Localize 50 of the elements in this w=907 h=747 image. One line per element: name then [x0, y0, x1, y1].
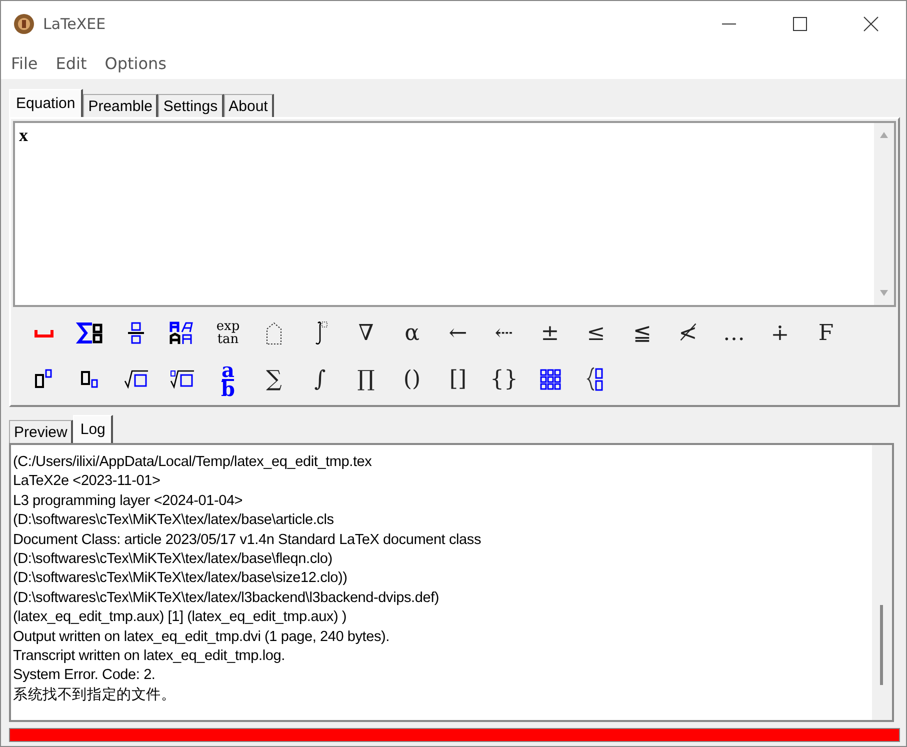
symbol-button[interactable]: {} [481, 360, 527, 398]
maximize-icon[interactable] [792, 16, 808, 32]
log-line: L3 programming layer <2024-01-04> [13, 492, 244, 511]
scrollbar[interactable] [872, 445, 892, 720]
symbol-button[interactable]: ∫ [297, 360, 343, 398]
menu-item[interactable]: Options [104, 54, 166, 72]
tab[interactable]: Log [73, 415, 114, 443]
log-line: (D:\softwares\cTex\MiKTeX\tex/latex/base\size12.clo)) [13, 569, 348, 588]
log-line: Transcript written on latex_eq_edit_tmp.log. [13, 647, 286, 666]
symbol-button[interactable]: [] [435, 360, 481, 398]
log-line: LaTeX2e <2023-11-01> [13, 472, 162, 492]
log-line: (D:\softwares\cTex\MiKTeX\tex/latex/l3backend\l3backend-dvips.def) [13, 588, 440, 608]
menu-item[interactable]: Edit [56, 54, 87, 72]
symbol-button[interactable]: ± [527, 314, 573, 352]
symbol-button[interactable]: α [389, 314, 435, 352]
log-line: System Error. Code: 2. [13, 666, 156, 686]
tab[interactable]: About [224, 94, 274, 117]
tab[interactable]: Preamble [83, 94, 158, 117]
log-line: (C:/Users/ilixi/AppData/Local/Temp/latex_eq_edit_tmp.tex [13, 453, 373, 472]
tab[interactable]: Preview [9, 420, 74, 443]
font-styles-icon [168, 319, 196, 347]
symbol-button[interactable]: ∑ [251, 360, 297, 398]
symbol-button[interactable]: ∇ [343, 314, 389, 352]
symbol-button[interactable]: ≮ [665, 314, 711, 352]
log-line: (D:\softwares\cTex\MiKTeX\tex/latex/base\fleqn.clo) [13, 550, 334, 570]
tab[interactable]: Equation [9, 89, 84, 117]
symbol-button[interactable]: ≤ [573, 314, 619, 352]
log-line: Output written on latex_eq_edit_tmp.dvi (1 page, 240 bytes). [13, 628, 391, 647]
tab[interactable]: Settings [158, 94, 224, 117]
symbol-button[interactable]: … [711, 314, 757, 352]
log-line: (D:\softwares\cTex\MiKTeX\tex/latex/base\article.cls [13, 511, 335, 530]
menu-item[interactable]: File [11, 54, 38, 72]
symbol-button[interactable]: ∏ [343, 360, 389, 398]
symbol-button[interactable]: ∔ [757, 314, 803, 352]
symbol-button[interactable]: ← [435, 314, 481, 352]
close-icon[interactable] [863, 16, 879, 32]
functions-button[interactable]: exp tan [205, 314, 251, 352]
window-title: LaTeXEE [43, 15, 106, 33]
log-line: (latex_eq_edit_tmp.aux) [1] (latex_eq_edit_tmp.aux) ) [13, 608, 348, 628]
symbol-button[interactable]: ⇠ [481, 314, 527, 352]
scroll-thumb[interactable] [880, 605, 883, 685]
symbol-button[interactable]: ≦ [619, 314, 665, 352]
log-line: 系统找不到指定的文件。 [13, 686, 177, 705]
log-line: Document Class: article 2023/05/17 v1.4n Standard LaTeX document class [13, 530, 482, 550]
symbol-button[interactable]: () [389, 360, 435, 398]
equation-text: x [18, 124, 29, 147]
fraction-button[interactable]: a b [205, 360, 251, 398]
app-icon [13, 13, 35, 35]
equation-field[interactable]: x [13, 121, 896, 307]
symbol-button[interactable]: Ϝ [803, 314, 849, 352]
